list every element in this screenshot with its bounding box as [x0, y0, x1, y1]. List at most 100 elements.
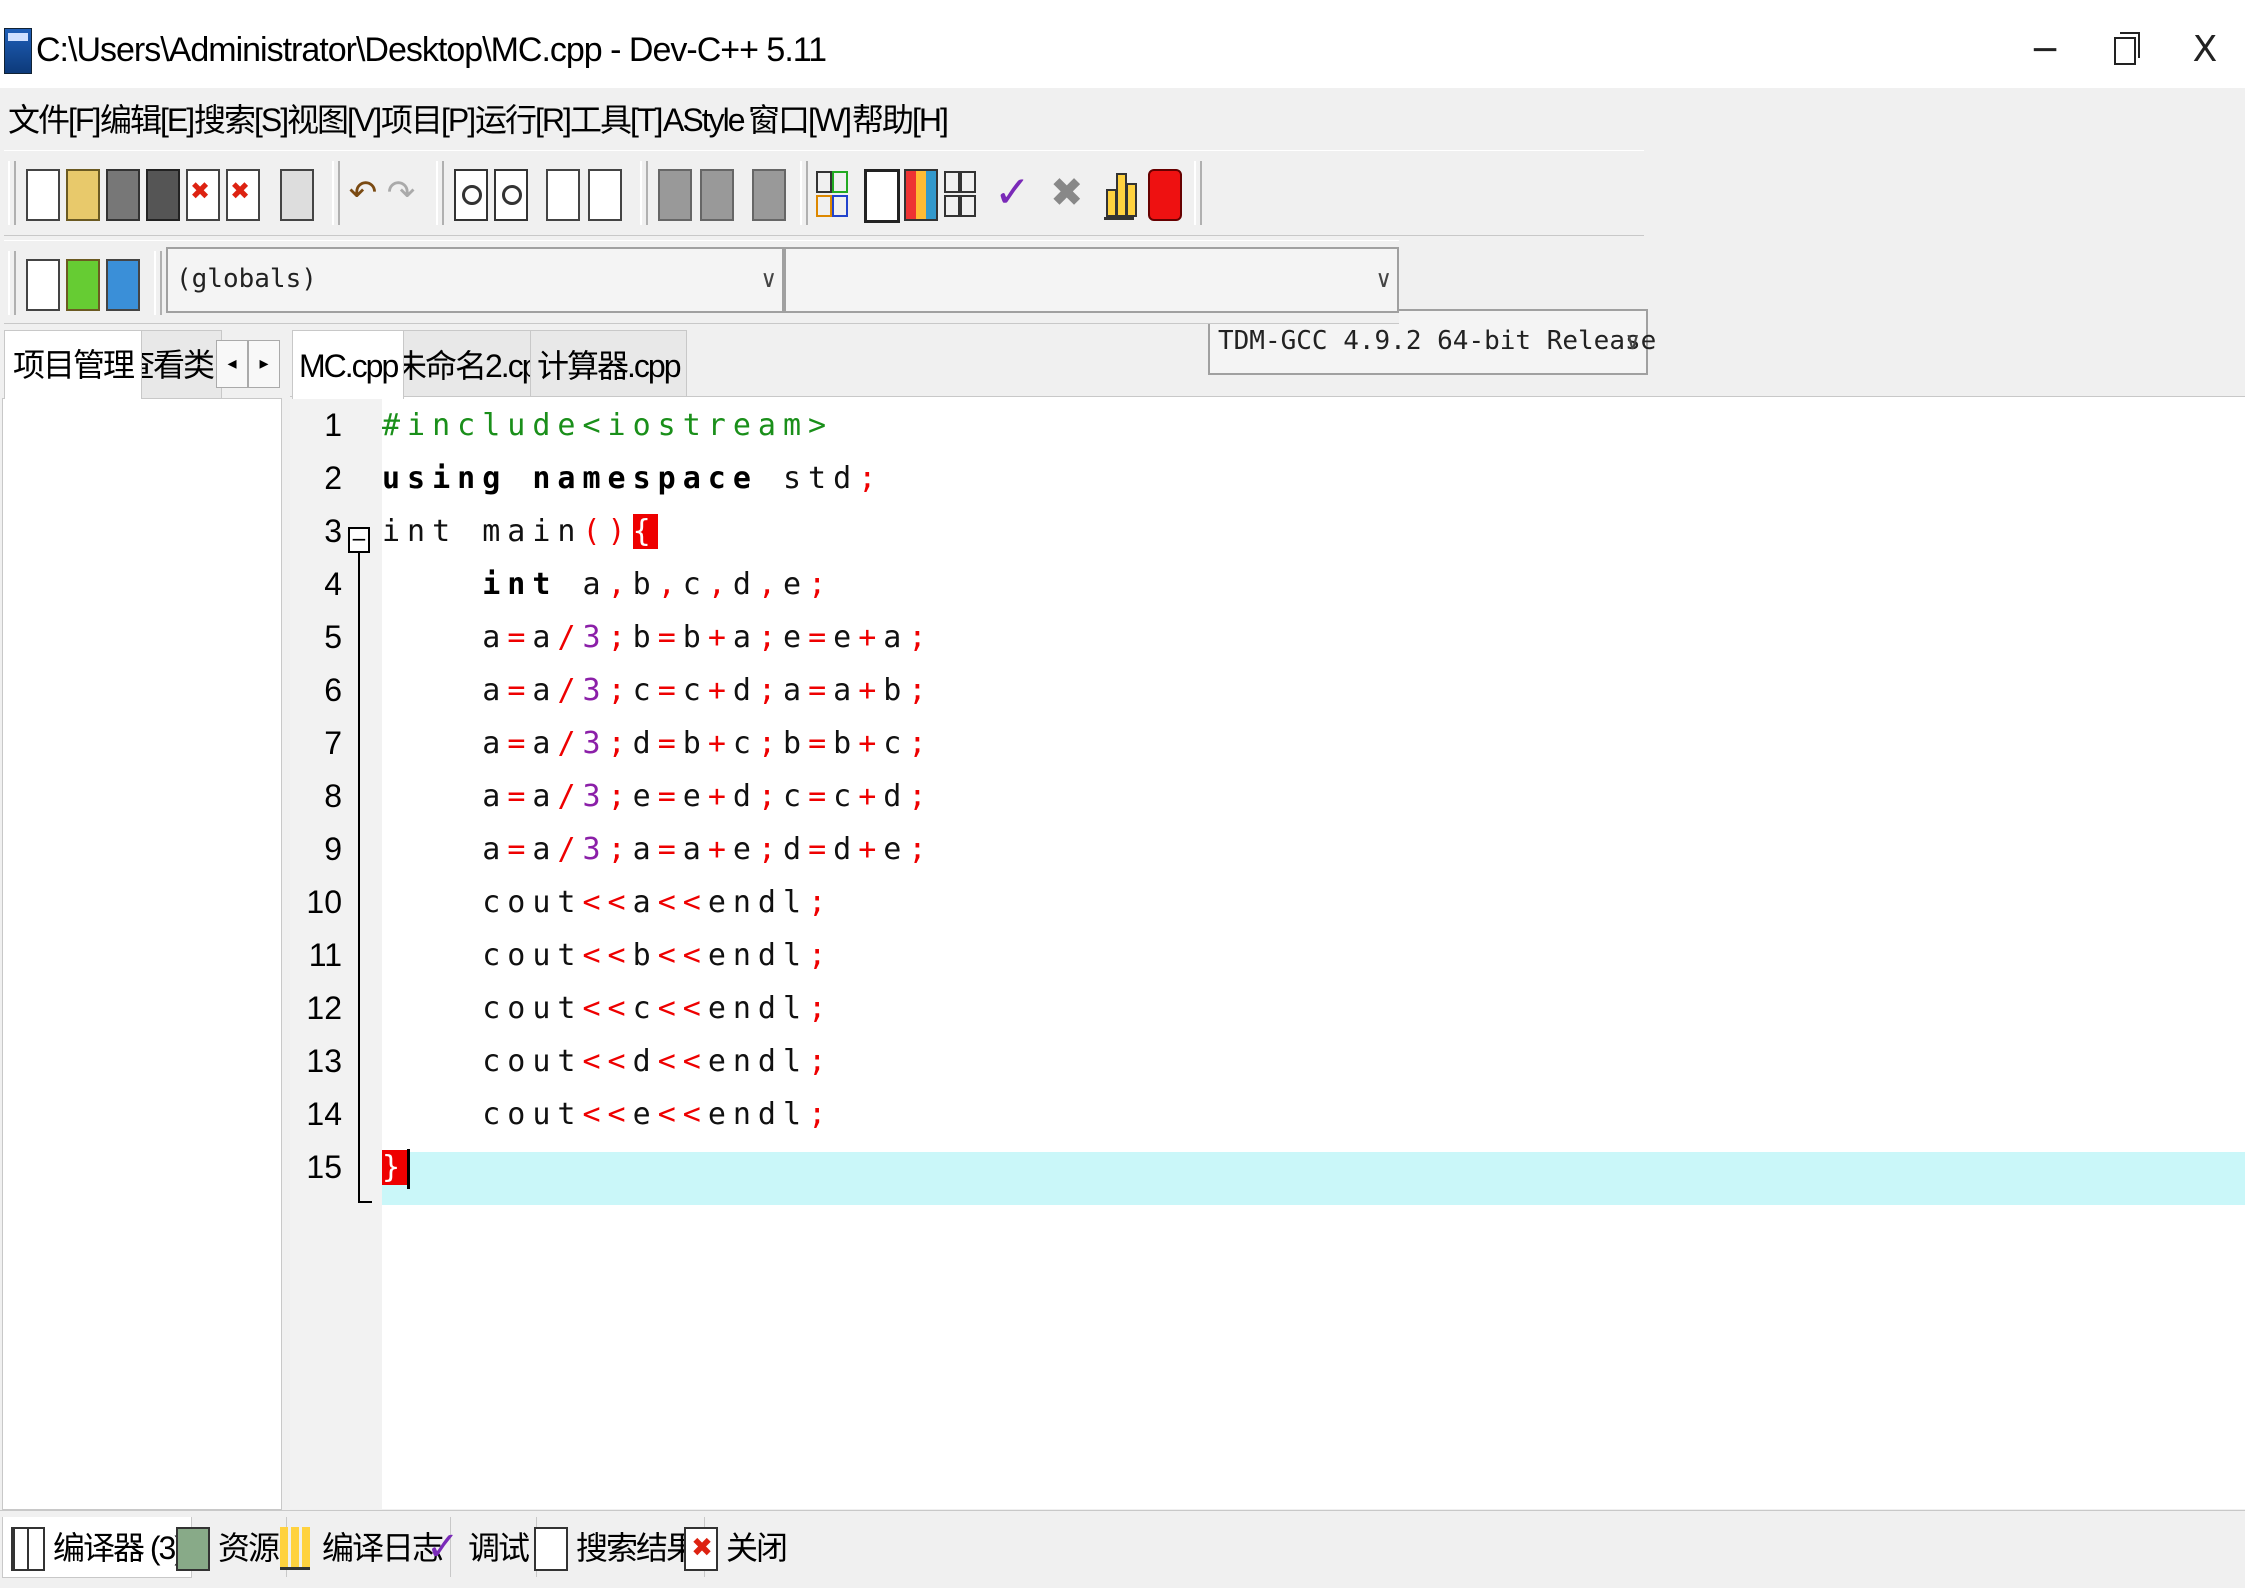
- menu-project[interactable]: 项目[P]: [381, 98, 476, 142]
- tab-close[interactable]: ✖ 关闭: [676, 1517, 794, 1577]
- code-token: =: [808, 832, 834, 867]
- code-token: /: [557, 673, 583, 708]
- bookmark-prev-icon[interactable]: [658, 169, 692, 221]
- menu-window[interactable]: 窗口[W]: [748, 98, 852, 142]
- redo-icon[interactable]: ↷: [386, 169, 416, 217]
- text-caret: [407, 1148, 411, 1189]
- devcpp-app-icon[interactable]: [4, 28, 32, 74]
- stop-execution-icon[interactable]: ✖: [1050, 169, 1084, 217]
- code-line: a=a/3;a=a+e;d=d+e;: [382, 823, 933, 876]
- toolbar-grip: [1194, 161, 1202, 225]
- menu-bar: 文件[F] 编辑[E] 搜索[S] 视图[V] 项目[P] 运行[R] 工具[T…: [0, 90, 2245, 146]
- code-token: a: [382, 832, 508, 867]
- code-token: 3: [582, 726, 608, 761]
- code-line: int main(){: [382, 505, 658, 558]
- toolbar-grip[interactable]: [8, 161, 16, 225]
- profile-analysis-icon[interactable]: [1104, 169, 1137, 220]
- tab-debug[interactable]: ✓ 调试: [418, 1517, 538, 1577]
- code-editor[interactable]: 1 2 3 4 5 6 7 8 9 10 11 12 13 14 15 − #include<iostrea…: [290, 396, 2245, 1509]
- tab-resources[interactable]: 资源: [168, 1517, 288, 1577]
- menu-astyle[interactable]: AStyle: [663, 98, 745, 142]
- code-token: =: [507, 673, 533, 708]
- file-tab-mc[interactable]: MC.cpp: [292, 330, 405, 399]
- fold-collapse-icon[interactable]: −: [348, 527, 370, 553]
- undo-icon[interactable]: ↶: [348, 169, 378, 217]
- compile-run-icon[interactable]: [904, 169, 938, 221]
- code-token: cout: [382, 1097, 583, 1132]
- tab-compiler-label: 编译器 (3): [53, 1530, 185, 1566]
- code-token: b: [883, 673, 909, 708]
- menu-view[interactable]: 视图[V]: [287, 98, 382, 142]
- code-token: <<: [582, 885, 633, 920]
- save-all-icon[interactable]: [146, 169, 180, 221]
- scope-select[interactable]: (globals) ∨: [166, 247, 784, 313]
- find-icon[interactable]: [454, 169, 488, 221]
- code-line: cout<<c<<endl;: [382, 982, 833, 1035]
- restore-button[interactable]: [2090, 20, 2160, 80]
- close-button[interactable]: X: [2170, 20, 2240, 80]
- panel-next-icon[interactable]: ▸: [248, 340, 280, 388]
- code-token: d: [732, 779, 758, 814]
- code-token: 3: [582, 832, 608, 867]
- code-token: <<: [657, 938, 708, 973]
- unindent-icon[interactable]: [588, 169, 622, 221]
- new-project-icon[interactable]: [26, 259, 60, 311]
- code-line: cout<<a<<endl;: [382, 876, 833, 929]
- remove-from-project-icon[interactable]: [106, 259, 140, 311]
- line-number: 5: [324, 619, 342, 655]
- code-token: int main: [382, 514, 583, 549]
- bookmark-next-icon[interactable]: [700, 169, 734, 221]
- code-line: cout<<e<<endl;: [382, 1088, 833, 1141]
- restore-icon: [2114, 32, 2140, 65]
- current-line-highlight: [382, 1152, 2245, 1205]
- panel-prev-icon[interactable]: ◂: [216, 340, 248, 388]
- menu-run[interactable]: 运行[R]: [475, 98, 572, 142]
- code-token: d: [833, 832, 859, 867]
- compiler-grid-icon: [11, 1527, 45, 1571]
- code-token: =: [657, 832, 683, 867]
- member-select[interactable]: ∨: [784, 247, 1399, 313]
- toolbar-grip[interactable]: [8, 251, 16, 315]
- compile-icon[interactable]: [816, 169, 850, 217]
- toolbar-grip: [436, 161, 444, 225]
- file-tab-calculator[interactable]: 计算器.cpp: [530, 330, 687, 397]
- new-file-icon[interactable]: [26, 169, 60, 221]
- code-line: int a,b,c,d,e;: [382, 558, 833, 611]
- tab-compiler[interactable]: 编译器 (3): [2, 1517, 193, 1578]
- add-to-project-icon[interactable]: [66, 259, 100, 311]
- indent-icon[interactable]: [546, 169, 580, 221]
- rebuild-all-icon[interactable]: [944, 169, 978, 217]
- code-line: #include<iostream>: [382, 399, 833, 452]
- project-tree[interactable]: [2, 398, 282, 1510]
- run-icon[interactable]: [864, 169, 900, 223]
- close-all-icon[interactable]: [226, 169, 260, 221]
- tab-project-management[interactable]: 项目管理: [4, 330, 143, 399]
- close-file-icon[interactable]: [186, 169, 220, 221]
- code-token: ;: [908, 832, 934, 867]
- line-number: 6: [324, 672, 342, 708]
- syntax-check-icon[interactable]: ✓: [994, 169, 1031, 217]
- code-token: c: [833, 779, 859, 814]
- code-token: <<: [657, 991, 708, 1026]
- toggle-comment-icon[interactable]: [752, 169, 786, 221]
- code-token: ;: [808, 885, 834, 920]
- save-icon[interactable]: [106, 169, 140, 221]
- code-token: +: [858, 779, 884, 814]
- minimize-button[interactable]: −: [2010, 20, 2080, 80]
- menu-help[interactable]: 帮助[H]: [852, 98, 949, 142]
- menu-edit[interactable]: 编辑[E]: [100, 98, 195, 142]
- menu-tools[interactable]: 工具[T]: [570, 98, 663, 142]
- code-token: 3: [582, 673, 608, 708]
- code-token: c: [682, 673, 708, 708]
- print-icon[interactable]: [280, 169, 314, 221]
- replace-icon[interactable]: [494, 169, 528, 221]
- open-file-icon[interactable]: [66, 169, 100, 221]
- code-token: 3: [582, 779, 608, 814]
- code-token: a: [382, 620, 508, 655]
- line-number-gutter: 1 2 3 4 5 6 7 8 9 10 11 12 13 14 15: [290, 397, 382, 1509]
- menu-file[interactable]: 文件[F]: [8, 98, 101, 142]
- menu-search[interactable]: 搜索[S]: [194, 98, 289, 142]
- code-token: d: [732, 567, 758, 602]
- code-token: ;: [908, 673, 934, 708]
- delete-profile-icon[interactable]: [1148, 169, 1182, 221]
